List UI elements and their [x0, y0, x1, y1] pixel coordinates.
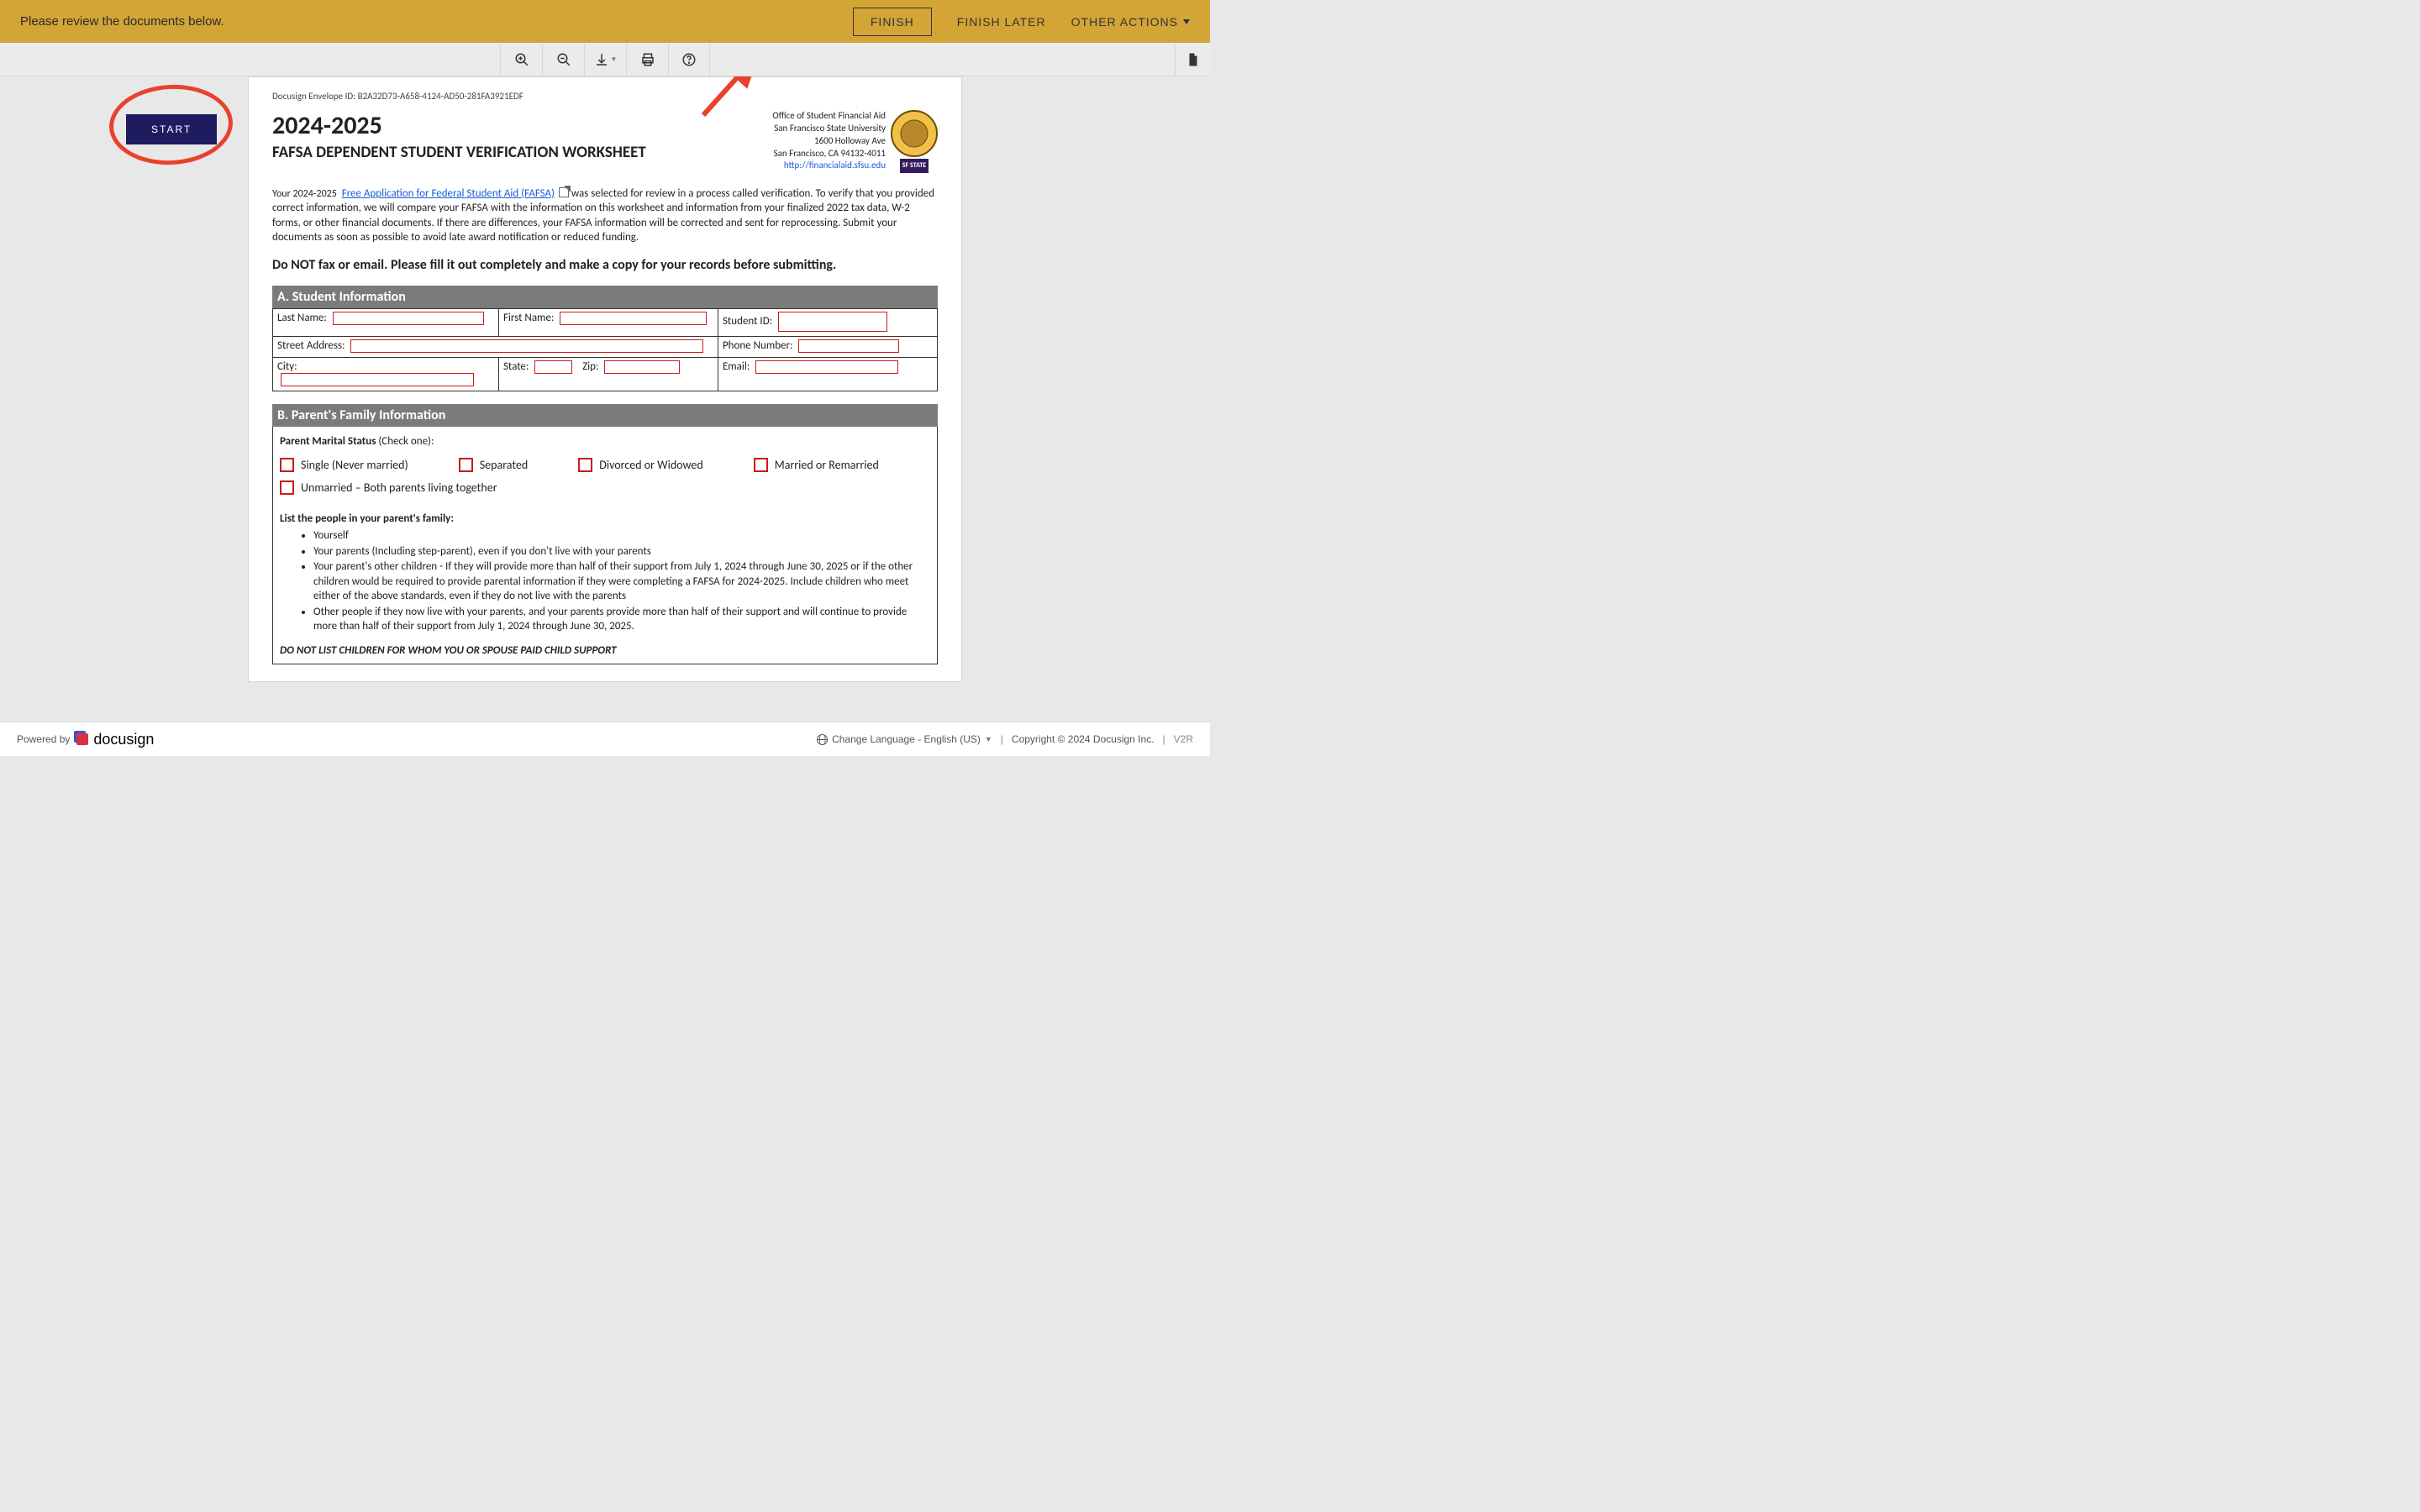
- section-b-header: B. Parent's Family Information: [272, 404, 938, 427]
- download-button[interactable]: ▼: [584, 43, 626, 76]
- intro-lead: Your 2024-2025: [272, 188, 337, 200]
- finish-later-button[interactable]: FINISH LATER: [957, 15, 1046, 29]
- family-list-item: Your parent's other children - If they w…: [313, 559, 930, 604]
- powered-by-label: Powered by: [17, 733, 70, 745]
- checkbox-single[interactable]: [280, 458, 294, 472]
- zip-label: Zip:: [582, 360, 598, 373]
- last-name-label: Last Name:: [277, 312, 327, 324]
- external-link-icon: [559, 187, 569, 197]
- option-single: Single (Never married): [301, 458, 408, 472]
- city-label: City:: [277, 360, 297, 373]
- fafsa-link[interactable]: Free Application for Federal Student Aid…: [342, 187, 555, 200]
- help-icon: [681, 52, 697, 67]
- zip-input[interactable]: [604, 360, 680, 374]
- office-line: San Francisco State University: [772, 123, 886, 135]
- doc-year: 2024-2025: [272, 110, 646, 141]
- document-canvas: START Docusign Envelope ID: B2A32D73-A65…: [0, 76, 1210, 722]
- family-list: Yourself Your parents (Including step-pa…: [313, 528, 930, 634]
- checkbox-separated[interactable]: [459, 458, 473, 472]
- email-label: Email:: [723, 360, 750, 373]
- no-fax-warning: Do NOT fax or email. Please fill it out …: [272, 257, 938, 273]
- checkbox-married[interactable]: [754, 458, 768, 472]
- email-input[interactable]: [755, 360, 898, 374]
- sf-state-badge: SF STATE: [900, 159, 929, 173]
- docusign-brand-text: docusign: [93, 731, 154, 748]
- finish-button[interactable]: FINISH: [853, 8, 932, 36]
- last-name-input[interactable]: [333, 312, 484, 325]
- state-label: State:: [503, 360, 529, 373]
- document-panel-toggle[interactable]: [1175, 43, 1210, 76]
- other-actions-button[interactable]: OTHER ACTIONS: [1071, 15, 1190, 29]
- parent-marital-label: Parent Marital Status: [280, 435, 376, 448]
- globe-icon: [817, 734, 828, 745]
- parent-marital-hint: (Check one):: [376, 435, 434, 448]
- document-icon: [1186, 52, 1201, 67]
- top-actions: FINISH FINISH LATER OTHER ACTIONS: [853, 8, 1190, 36]
- student-id-label: Student ID:: [723, 315, 772, 328]
- top-action-bar: Please review the documents below. FINIS…: [0, 0, 1210, 43]
- zoom-in-icon: [514, 52, 529, 67]
- envelope-id: Docusign Envelope ID: B2A32D73-A658-4124…: [272, 91, 938, 102]
- start-button[interactable]: START: [126, 114, 217, 144]
- street-label: Street Address:: [277, 339, 345, 352]
- option-unmarried-both: Unmarried – Both parents living together: [301, 480, 497, 495]
- option-married: Married or Remarried: [775, 458, 879, 472]
- zoom-out-icon: [556, 52, 571, 67]
- help-button[interactable]: [668, 43, 710, 76]
- office-line: Office of Student Financial Aid: [772, 110, 886, 123]
- family-list-title: List the people in your parent's family:: [280, 512, 930, 525]
- parent-section: Parent Marital Status (Check one): Singl…: [272, 427, 938, 664]
- office-address-block: Office of Student Financial Aid San Fran…: [772, 110, 938, 173]
- print-button[interactable]: [626, 43, 668, 76]
- change-language-label: Change Language - English (US): [832, 733, 981, 745]
- option-separated: Separated: [480, 458, 529, 472]
- office-url-link[interactable]: http://financialaid.sfsu.edu: [784, 160, 886, 171]
- first-name-input[interactable]: [560, 312, 707, 325]
- office-line: San Francisco, CA 94132-4011: [772, 148, 886, 160]
- checkbox-divorced[interactable]: [578, 458, 592, 472]
- first-name-label: First Name:: [503, 312, 554, 324]
- option-divorced: Divorced or Widowed: [599, 458, 702, 472]
- office-line: 1600 Holloway Ave: [772, 135, 886, 148]
- download-icon: [594, 52, 609, 67]
- family-list-item: Yourself: [313, 528, 930, 543]
- checkbox-unmarried-both[interactable]: [280, 480, 294, 495]
- state-input[interactable]: [534, 360, 572, 374]
- student-id-input[interactable]: [778, 312, 887, 332]
- footer-bar: Powered by docusign Change Language - En…: [0, 722, 1210, 756]
- no-list-children: DO NOT LIST CHILDREN FOR WHOM YOU OR SPO…: [280, 644, 930, 657]
- doc-title: FAFSA DEPENDENT STUDENT VERIFICATION WOR…: [272, 143, 646, 162]
- phone-input[interactable]: [798, 339, 899, 353]
- copyright-text: Copyright © 2024 Docusign Inc.: [1012, 733, 1155, 745]
- change-language-button[interactable]: Change Language - English (US) ▼: [817, 733, 992, 745]
- docusign-logo: docusign: [73, 731, 154, 748]
- document-toolbar: ▼: [0, 43, 1210, 76]
- student-info-table: Last Name: First Name: Student ID: Stree…: [272, 308, 938, 391]
- phone-label: Phone Number:: [723, 339, 793, 352]
- other-actions-label: OTHER ACTIONS: [1071, 15, 1178, 29]
- city-input[interactable]: [281, 373, 474, 386]
- zoom-in-button[interactable]: [500, 43, 542, 76]
- family-list-item: Your parents (Including step-parent), ev…: [313, 544, 930, 559]
- print-icon: [640, 52, 655, 67]
- review-message: Please review the documents below.: [20, 14, 224, 29]
- chevron-down-icon: [1183, 19, 1190, 24]
- version-tag: V2R: [1174, 733, 1193, 745]
- docusign-mark-icon: [76, 733, 88, 745]
- chevron-down-icon: ▼: [611, 55, 618, 63]
- zoom-out-button[interactable]: [542, 43, 584, 76]
- chevron-down-icon: ▼: [985, 735, 992, 743]
- document-page: Docusign Envelope ID: B2A32D73-A658-4124…: [248, 76, 962, 682]
- family-list-item: Other people if they now live with your …: [313, 605, 930, 634]
- university-seal-icon: [891, 110, 938, 157]
- intro-paragraph: Your 2024-2025 Free Application for Fede…: [272, 186, 938, 245]
- street-input[interactable]: [350, 339, 703, 353]
- section-a-header: A. Student Information: [272, 286, 938, 308]
